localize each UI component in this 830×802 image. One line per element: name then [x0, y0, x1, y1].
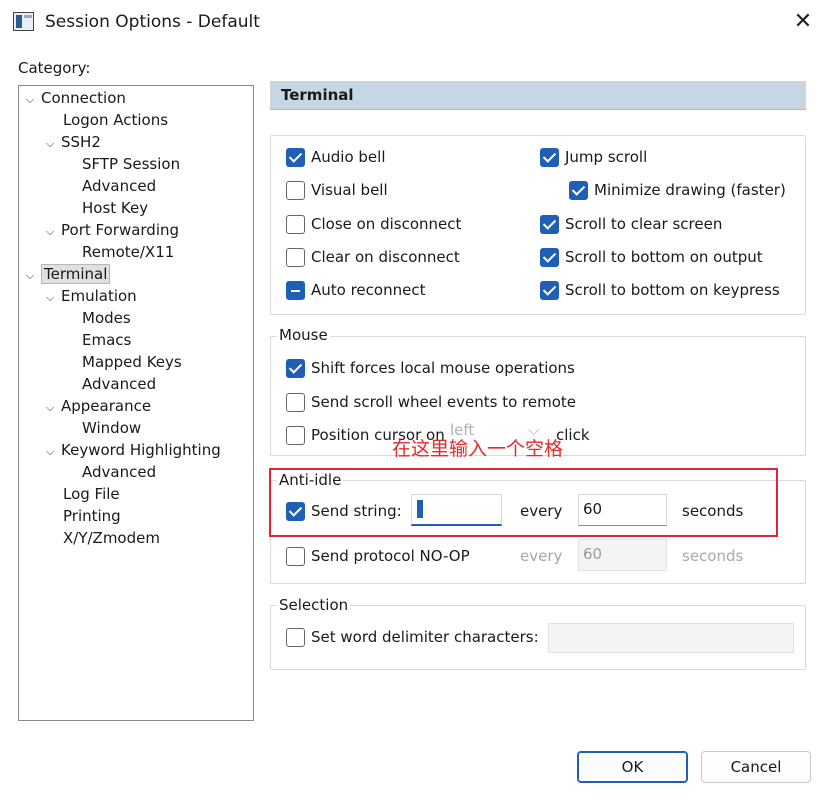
- noop-interval-input[interactable]: 60: [578, 539, 667, 571]
- tree-item-appearance[interactable]: ⌵ Appearance: [43, 395, 151, 417]
- scroll-bottom-output-checkbox[interactable]: Scroll to bottom on output: [540, 245, 763, 269]
- shift-forces-checkbox[interactable]: Shift forces local mouse operations: [286, 356, 575, 380]
- tree-item-modes[interactable]: Modes: [82, 307, 131, 329]
- tree-item-logon-actions[interactable]: Logon Actions: [63, 109, 168, 131]
- tree-item-keyword-highlighting[interactable]: ⌵ Keyword Highlighting: [43, 439, 221, 461]
- checkbox-checked-icon[interactable]: [540, 147, 559, 167]
- checkbox-unchecked-icon[interactable]: [286, 247, 305, 267]
- visual-bell-checkbox[interactable]: Visual bell: [286, 178, 388, 202]
- tree-item-xyzmodem[interactable]: X/Y/Zmodem: [63, 527, 160, 549]
- checkbox-unchecked-icon[interactable]: [286, 214, 305, 234]
- close-icon[interactable]: ✕: [788, 8, 818, 38]
- close-on-disconnect-checkbox[interactable]: Close on disconnect: [286, 212, 461, 236]
- checkbox-indeterminate-icon[interactable]: [286, 280, 305, 300]
- checkbox-checked-icon[interactable]: [569, 180, 588, 200]
- checkbox-unchecked-icon[interactable]: [286, 425, 305, 445]
- minimize-drawing-checkbox[interactable]: Minimize drawing (faster): [569, 178, 786, 202]
- chevron-down-icon[interactable]: ⌵: [23, 89, 37, 111]
- tree-item-host-key[interactable]: Host Key: [82, 197, 148, 219]
- word-delimiter-input[interactable]: [548, 623, 794, 653]
- tree-item-printing[interactable]: Printing: [63, 505, 121, 527]
- chevron-down-icon[interactable]: ⌵: [43, 441, 57, 463]
- category-label: Category:: [18, 59, 91, 77]
- category-tree[interactable]: ⌵ Connection Logon Actions ⌵ SSH2 SFTP Ses…: [18, 85, 254, 721]
- send-scroll-checkbox[interactable]: Send scroll wheel events to remote: [286, 390, 576, 414]
- tree-item-window[interactable]: Window: [82, 417, 141, 439]
- send-noop-checkbox[interactable]: Send protocol NO-OP: [286, 544, 470, 568]
- tree-item-ssh2[interactable]: ⌵ SSH2: [43, 131, 101, 153]
- tree-item-emulation[interactable]: ⌵ Emulation: [43, 285, 137, 307]
- tree-item-advanced-keyword[interactable]: Advanced: [82, 461, 156, 483]
- chevron-down-icon[interactable]: ⌵: [43, 133, 57, 155]
- mouse-group-title: Mouse: [277, 326, 330, 344]
- checkbox-checked-icon[interactable]: [540, 280, 559, 300]
- scroll-to-clear-checkbox[interactable]: Scroll to clear screen: [540, 212, 722, 236]
- tree-item-terminal[interactable]: ⌵ Terminal: [23, 263, 111, 287]
- audio-bell-checkbox[interactable]: Audio bell: [286, 145, 386, 169]
- tree-item-advanced-ssh2[interactable]: Advanced: [82, 175, 156, 197]
- tree-item-remote-x11[interactable]: Remote/X11: [82, 241, 174, 263]
- tree-item-sftp-session[interactable]: SFTP Session: [82, 153, 180, 175]
- chevron-down-icon[interactable]: ⌵: [43, 287, 57, 309]
- clear-on-disconnect-checkbox[interactable]: Clear on disconnect: [286, 245, 460, 269]
- chevron-down-icon[interactable]: ⌵: [23, 265, 37, 287]
- checkbox-checked-icon[interactable]: [286, 358, 305, 378]
- jump-scroll-checkbox[interactable]: Jump scroll: [540, 145, 647, 169]
- window-title: Session Options - Default: [45, 12, 260, 32]
- checkbox-unchecked-icon[interactable]: [286, 392, 305, 412]
- checkbox-checked-icon[interactable]: [540, 214, 559, 234]
- app-icon: [13, 12, 34, 31]
- ok-button[interactable]: OK: [577, 751, 688, 783]
- chevron-down-icon[interactable]: ⌵: [43, 221, 57, 243]
- tree-item-mapped-keys[interactable]: Mapped Keys: [82, 351, 182, 373]
- annotation-text: 在这里输入一个空格: [392, 438, 564, 460]
- checkbox-unchecked-icon[interactable]: [286, 627, 305, 647]
- selection-group-title: Selection: [277, 596, 351, 614]
- tree-item-log-file[interactable]: Log File: [63, 483, 120, 505]
- word-delimiter-checkbox[interactable]: Set word delimiter characters:: [286, 625, 539, 649]
- annotation-highlight-box: [269, 468, 778, 537]
- checkbox-checked-icon[interactable]: [286, 147, 305, 167]
- scroll-bottom-keypress-checkbox[interactable]: Scroll to bottom on keypress: [540, 278, 780, 302]
- checkbox-unchecked-icon[interactable]: [286, 546, 305, 566]
- checkbox-unchecked-icon[interactable]: [286, 180, 305, 200]
- tree-item-port-forwarding[interactable]: ⌵ Port Forwarding: [43, 219, 179, 241]
- tree-item-advanced-emulation[interactable]: Advanced: [82, 373, 156, 395]
- noop-every-label: every: [520, 547, 563, 565]
- cancel-button[interactable]: Cancel: [701, 751, 811, 783]
- chevron-down-icon[interactable]: ⌵: [43, 397, 57, 419]
- auto-reconnect-checkbox[interactable]: Auto reconnect: [286, 278, 425, 302]
- section-header: Terminal: [270, 81, 806, 110]
- checkbox-checked-icon[interactable]: [540, 247, 559, 267]
- tree-item-emacs[interactable]: Emacs: [82, 329, 131, 351]
- noop-seconds-label: seconds: [682, 547, 744, 565]
- tree-item-connection[interactable]: ⌵ Connection: [23, 87, 126, 109]
